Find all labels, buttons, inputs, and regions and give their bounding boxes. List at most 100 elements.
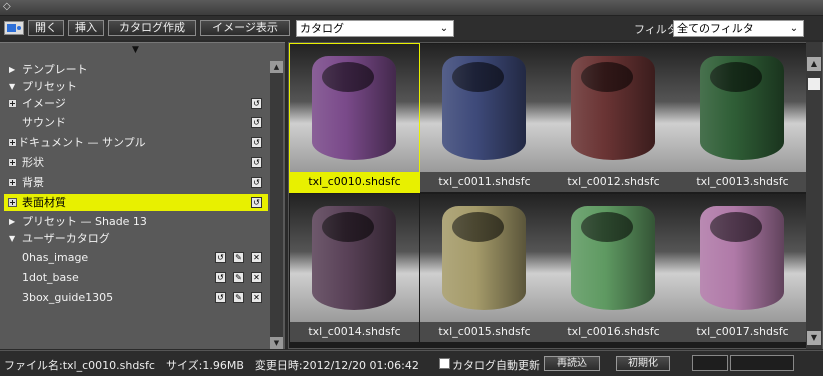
thumbnail-image <box>678 194 807 322</box>
tree-item-image[interactable]: イメージ ↺ <box>4 95 268 112</box>
toolbar: 開く 挿入 カタログ作成 イメージ表示 カタログ ⌄ フィルタ 全てのフィルタ … <box>0 16 823 40</box>
tree-item-shape[interactable]: 形状 ↺ <box>4 154 268 171</box>
edit-icon[interactable]: ✎ <box>233 252 244 263</box>
cup-shading <box>312 56 396 160</box>
thumbnail-caption: txl_c0017.shdsfc <box>678 322 807 342</box>
tree-item-background[interactable]: 背景 ↺ <box>4 174 268 191</box>
initialize-button[interactable]: 初期化 <box>616 356 670 371</box>
thumbnail-caption: txl_c0015.shdsfc <box>420 322 549 342</box>
cup-shading <box>700 56 784 160</box>
tree-item-label: テンプレート <box>22 63 88 76</box>
tree-item-label: サウンド <box>22 116 66 129</box>
plus-icon[interactable] <box>8 198 17 207</box>
insert-button[interactable]: 挿入 <box>68 20 104 36</box>
scroll-thumb[interactable] <box>808 78 820 90</box>
reload-button[interactable]: 再読込 <box>544 356 600 371</box>
refresh-icon[interactable]: ↺ <box>251 117 262 128</box>
cup-preview <box>700 206 784 310</box>
scroll-down-icon[interactable]: ▼ <box>807 331 821 345</box>
thumbnail-caption: txl_c0016.shdsfc <box>549 322 678 342</box>
tree-item-user-catalog[interactable]: ▼ ユーザーカタログ <box>4 230 268 247</box>
refresh-icon[interactable]: ↺ <box>251 197 262 208</box>
expand-triangle-icon[interactable]: ▶ <box>9 213 15 230</box>
material-thumbnail[interactable]: txl_c0017.shdsfc <box>678 194 807 342</box>
cup-shading <box>571 56 655 160</box>
tree-item-document-sample[interactable]: ドキュメント — サンプル ↺ <box>4 134 268 151</box>
thumbnail-image <box>549 194 678 322</box>
plus-icon[interactable] <box>8 178 17 187</box>
plus-icon[interactable] <box>8 99 17 108</box>
tree-item-label: 形状 <box>22 156 44 169</box>
refresh-icon[interactable]: ↺ <box>215 272 226 283</box>
create-catalog-button[interactable]: カタログ作成 <box>108 20 196 36</box>
thumbnail-image <box>290 44 419 172</box>
grid-scrollbar[interactable]: ▲ ▼ <box>806 42 822 349</box>
catalog-select[interactable]: カタログ ⌄ <box>296 20 454 37</box>
progress-box <box>730 355 794 371</box>
cup-preview <box>312 206 396 310</box>
cup-preview <box>442 56 526 160</box>
tree-item-0has-image[interactable]: 0has_image ↺ ✎ ✕ <box>4 249 268 266</box>
filter-select[interactable]: 全てのフィルタ ⌄ <box>673 20 804 37</box>
delete-icon[interactable]: ✕ <box>251 292 262 303</box>
open-button[interactable]: 開く <box>28 20 64 36</box>
tree-scrollbar[interactable]: ▲ ▼ <box>270 61 283 349</box>
tree-item-label: 表面材質 <box>22 196 66 209</box>
title-bar: ◇ <box>0 0 823 16</box>
image-view-button[interactable]: イメージ表示 <box>200 20 290 36</box>
tree-item-label: 背景 <box>22 176 44 189</box>
plus-icon[interactable] <box>8 138 17 147</box>
refresh-icon[interactable]: ↺ <box>251 177 262 188</box>
dot-icon <box>17 26 21 30</box>
collapse-triangle-icon[interactable]: ▼ <box>9 230 15 247</box>
material-thumbnail[interactable]: txl_c0010.shdsfc <box>289 43 420 193</box>
thumbnail-caption: txl_c0011.shdsfc <box>420 172 549 192</box>
refresh-icon[interactable]: ↺ <box>215 292 226 303</box>
material-thumbnail[interactable]: txl_c0016.shdsfc <box>549 194 678 342</box>
tree-item-3box-guide1305[interactable]: 3box_guide1305 ↺ ✎ ✕ <box>4 289 268 306</box>
progress-box <box>692 355 728 371</box>
material-thumbnail[interactable]: txl_c0014.shdsfc <box>290 194 419 342</box>
scroll-up-icon[interactable]: ▲ <box>807 57 821 71</box>
refresh-icon[interactable]: ↺ <box>251 137 262 148</box>
filter-select-value: 全てのフィルタ <box>677 22 754 35</box>
browser-back-button[interactable] <box>4 21 24 35</box>
tree-item-preset[interactable]: ▼ プリセット <box>4 78 268 95</box>
cup-preview <box>442 206 526 310</box>
edit-icon[interactable]: ✎ <box>233 272 244 283</box>
plus-icon[interactable] <box>8 158 17 167</box>
collapse-triangle-icon[interactable]: ▼ <box>9 78 15 95</box>
tree-item-surface-material[interactable]: 表面材質 ↺ <box>4 194 268 211</box>
refresh-icon[interactable]: ↺ <box>251 157 262 168</box>
scroll-up-icon[interactable]: ▲ <box>270 61 283 73</box>
edit-icon[interactable]: ✎ <box>233 292 244 303</box>
refresh-icon[interactable]: ↺ <box>215 252 226 263</box>
auto-update-checkbox[interactable] <box>439 358 450 369</box>
chevron-up-icon[interactable]: ◇ <box>3 1 11 12</box>
tree-item-template[interactable]: ▶ テンプレート <box>4 61 268 78</box>
thumbnail-grid: txl_c0010.shdsfc txl_c0011.shdsfc txl_c001… <box>288 42 823 349</box>
tree-item-1dot-base[interactable]: 1dot_base ↺ ✎ ✕ <box>4 269 268 286</box>
cup-preview <box>571 56 655 160</box>
expand-triangle-icon[interactable]: ▶ <box>9 61 15 78</box>
tree-item-preset-shade13[interactable]: ▶ プリセット — Shade 13 <box>4 213 268 230</box>
tree-item-label: イメージ <box>22 97 66 110</box>
cup-preview <box>571 206 655 310</box>
catalog-tree-panel: ▼ ▶ テンプレート ▼ プリセット イメージ ↺ サウンド ↺ ドキュメント … <box>0 42 285 349</box>
scroll-down-icon[interactable]: ▼ <box>270 337 283 349</box>
material-thumbnail[interactable]: txl_c0015.shdsfc <box>420 194 549 342</box>
thumbnail-image <box>420 194 549 322</box>
refresh-icon[interactable]: ↺ <box>251 98 262 109</box>
cup-shading <box>571 206 655 310</box>
material-thumbnail[interactable]: txl_c0012.shdsfc <box>549 44 678 192</box>
collapse-arrow-icon[interactable]: ▼ <box>132 45 139 55</box>
material-thumbnail[interactable]: txl_c0011.shdsfc <box>420 44 549 192</box>
cup-preview <box>700 56 784 160</box>
delete-icon[interactable]: ✕ <box>251 252 262 263</box>
thumbnail-caption: txl_c0010.shdsfc <box>290 172 419 192</box>
thumbnail-caption: txl_c0013.shdsfc <box>678 172 807 192</box>
status-bar: ファイル名:txl_c0010.shdsfc サイズ:1.96MB 変更日時:2… <box>0 350 823 376</box>
delete-icon[interactable]: ✕ <box>251 272 262 283</box>
material-thumbnail[interactable]: txl_c0013.shdsfc <box>678 44 807 192</box>
tree-item-sound[interactable]: サウンド ↺ <box>4 114 268 131</box>
